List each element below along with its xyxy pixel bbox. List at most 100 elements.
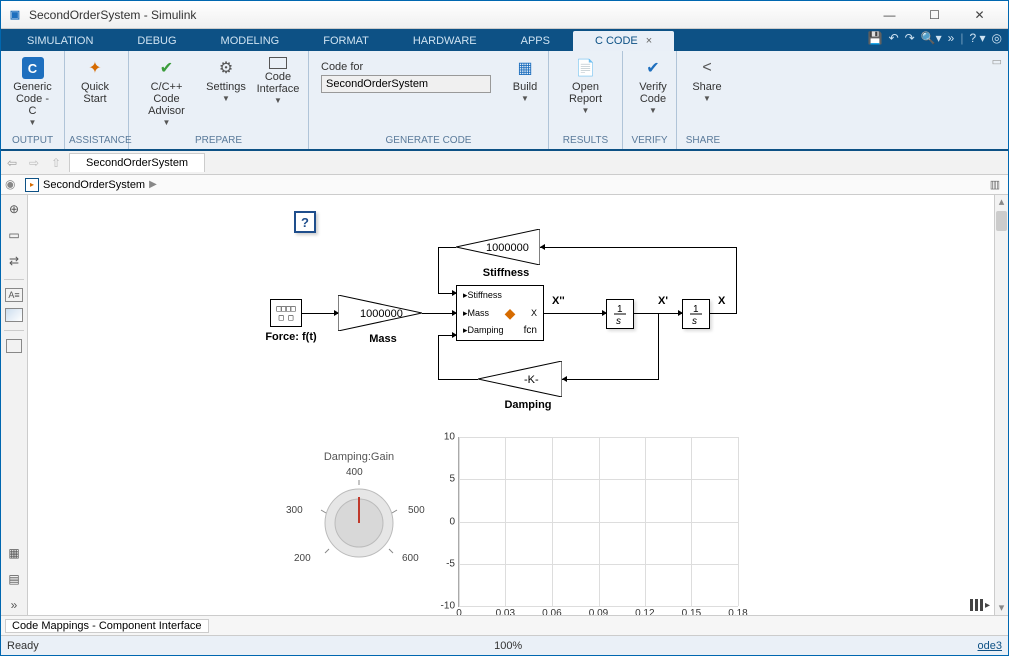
damping-label: Damping bbox=[498, 399, 558, 411]
window-title: SecondOrderSystem - Simulink bbox=[29, 8, 867, 22]
verify-code-button[interactable]: ✔ VerifyCode ▼ bbox=[627, 53, 679, 134]
chevron-down-icon: ▼ bbox=[649, 106, 657, 115]
stiffness-gain-block[interactable]: 1000000 bbox=[456, 229, 540, 265]
quick-more-icon[interactable]: » bbox=[948, 31, 955, 45]
quick-sep: | bbox=[960, 31, 963, 45]
chevron-down-icon: ▼ bbox=[222, 94, 230, 103]
breadcrumb: ◉ ▸ SecondOrderSystem ▶ ▥ bbox=[1, 175, 1008, 195]
group-assist-label: ASSISTANCE bbox=[69, 134, 124, 147]
c-icon: C bbox=[22, 57, 44, 79]
doc-block[interactable]: ? bbox=[294, 211, 316, 233]
canvas-resize-handle[interactable]: ▸ bbox=[970, 599, 990, 611]
hierarchy-icon[interactable]: ◉ bbox=[5, 177, 21, 193]
matlab-fcn-block[interactable]: ▸Stiffness ▸Mass ◆ X ▸Damping fcn bbox=[456, 285, 544, 341]
tab-debug[interactable]: DEBUG bbox=[115, 31, 198, 51]
search-icon[interactable]: 🔍▾ bbox=[921, 31, 942, 45]
svg-text:1: 1 bbox=[617, 304, 623, 315]
minimize-button[interactable]: — bbox=[867, 1, 912, 29]
collapse-ribbon-icon[interactable]: ▭ bbox=[992, 55, 1002, 68]
stiffness-label: Stiffness bbox=[476, 267, 536, 279]
chevron-down-icon: ▼ bbox=[29, 118, 37, 127]
bird-eye-icon[interactable]: ▦ bbox=[4, 543, 24, 563]
model-canvas[interactable]: ? □□□□□ □ Force: f(t) 1000000 Mass 10000… bbox=[28, 195, 994, 615]
check-icon: ✔ bbox=[156, 57, 178, 79]
close-tab-icon[interactable]: × bbox=[646, 35, 652, 47]
zoom-level[interactable]: 100% bbox=[39, 640, 978, 652]
solver-link[interactable]: ode3 bbox=[978, 640, 1008, 652]
chevron-right-icon[interactable]: ▶ bbox=[149, 179, 157, 190]
bottom-panel-bar: Code Mappings - Component Interface bbox=[1, 615, 1008, 635]
open-report-button[interactable]: 📄 Open Report ▼ bbox=[553, 53, 618, 134]
build-button[interactable]: ▦ Build ▼ bbox=[499, 53, 551, 107]
quick-start-button[interactable]: ✦ QuickStart bbox=[69, 53, 121, 134]
mass-gain-block[interactable]: 1000000 bbox=[338, 295, 422, 331]
tab-apps[interactable]: APPS bbox=[499, 31, 572, 51]
code-interface-button[interactable]: CodeInterface ▼ bbox=[252, 53, 304, 134]
tab-c-code[interactable]: C CODE× bbox=[572, 30, 675, 51]
chevron-down-icon: ▼ bbox=[703, 94, 711, 103]
integrator2-block[interactable]: 1s bbox=[682, 299, 710, 329]
canvas-menu-icon[interactable]: ▥ bbox=[986, 178, 1004, 191]
settings-button[interactable]: ⚙ Settings ▼ bbox=[200, 53, 252, 134]
group-output-label: OUTPUT bbox=[5, 134, 60, 147]
up-button[interactable]: ⇧ bbox=[45, 152, 67, 174]
build-icon: ▦ bbox=[514, 57, 536, 79]
xp-label: X' bbox=[658, 295, 668, 307]
rocket-icon: ✦ bbox=[84, 57, 106, 79]
tab-hardware[interactable]: HARDWARE bbox=[391, 31, 499, 51]
tab-format[interactable]: FORMAT bbox=[301, 31, 391, 51]
title-bar: ▣ SecondOrderSystem - Simulink — ☐ ✕ bbox=[1, 1, 1008, 29]
scope-plot[interactable]: 10 5 0 -5 -10 0 0.03 0.06 0.09 0.12 0.15… bbox=[458, 437, 738, 607]
group-results-label: RESULTS bbox=[553, 134, 618, 147]
code-mappings-pane[interactable]: Code Mappings - Component Interface bbox=[5, 619, 209, 633]
main-tabstrip: SIMULATION DEBUG MODELING FORMAT HARDWAR… bbox=[1, 29, 1008, 51]
svg-text:1000000: 1000000 bbox=[486, 242, 529, 254]
share-button[interactable]: < Share ▼ bbox=[681, 53, 733, 134]
ribbon: C GenericCode - C ▼ OUTPUT ✦ QuickStart … bbox=[1, 51, 1008, 151]
annotation-icon[interactable]: A≡ bbox=[5, 288, 23, 302]
help-icon[interactable]: ? ▾ bbox=[969, 31, 985, 45]
mass-label: Mass bbox=[358, 333, 408, 345]
verify-icon: ✔ bbox=[642, 57, 664, 79]
signal-builder-block[interactable]: □□□□□ □ bbox=[270, 299, 302, 327]
area-icon[interactable] bbox=[6, 339, 22, 353]
breadcrumb-root[interactable]: SecondOrderSystem bbox=[43, 179, 145, 191]
forward-button[interactable]: ⇨ bbox=[23, 152, 45, 174]
damping-gain-block[interactable]: -K- bbox=[478, 361, 562, 397]
image-icon[interactable] bbox=[5, 308, 23, 322]
target-icon[interactable]: ◎ bbox=[992, 31, 1002, 45]
log-icon[interactable]: ▤ bbox=[4, 569, 24, 589]
maximize-button[interactable]: ☐ bbox=[912, 1, 957, 29]
group-gen-label: GENERATE CODE bbox=[313, 134, 544, 147]
tab-simulation[interactable]: SIMULATION bbox=[5, 31, 115, 51]
save-icon[interactable]: 💾 bbox=[868, 31, 883, 45]
quick-access-bar: 💾 ↶ ↷ 🔍▾ » | ? ▾ ◎ bbox=[868, 31, 1002, 45]
close-button[interactable]: ✕ bbox=[957, 1, 1002, 29]
back-button[interactable]: ⇦ bbox=[1, 152, 23, 174]
vertical-scrollbar[interactable]: ▴ ▾ bbox=[994, 195, 1008, 615]
codefor-label: Code for bbox=[321, 61, 491, 73]
group-prepare-label: PREPARE bbox=[133, 134, 304, 147]
zoom-rect-icon[interactable]: ▭ bbox=[4, 225, 24, 245]
document-tab[interactable]: SecondOrderSystem bbox=[69, 153, 205, 172]
tool-palette: ⊕ ▭ ⇄ A≡ ▦ ▤ » bbox=[1, 195, 28, 615]
fit-width-icon[interactable]: ⇄ bbox=[4, 251, 24, 271]
svg-text:1: 1 bbox=[693, 304, 699, 315]
zoom-fit-icon[interactable]: ⊕ bbox=[4, 199, 24, 219]
integrator1-block[interactable]: 1s bbox=[606, 299, 634, 329]
svg-text:-K-: -K- bbox=[524, 374, 539, 386]
damping-gain-knob[interactable]: Damping:Gain 200 300 400 500 600 bbox=[284, 451, 434, 567]
report-icon: 📄 bbox=[575, 57, 597, 79]
undo-icon[interactable]: ↶ bbox=[889, 31, 899, 45]
tab-modeling[interactable]: MODELING bbox=[199, 31, 302, 51]
code-advisor-button[interactable]: ✔ C/C++ CodeAdvisor ▼ bbox=[133, 53, 200, 134]
svg-text:1000000: 1000000 bbox=[360, 308, 403, 320]
svg-text:s: s bbox=[616, 316, 621, 326]
generic-code-button[interactable]: C GenericCode - C ▼ bbox=[5, 53, 60, 134]
expand-icon[interactable]: » bbox=[4, 595, 24, 615]
codefor-input[interactable] bbox=[321, 75, 491, 93]
share-icon: < bbox=[696, 57, 718, 79]
knob-title: Damping:Gain bbox=[284, 451, 434, 463]
redo-icon[interactable]: ↷ bbox=[905, 31, 915, 45]
document-nav: ⇦ ⇨ ⇧ SecondOrderSystem bbox=[1, 151, 1008, 175]
